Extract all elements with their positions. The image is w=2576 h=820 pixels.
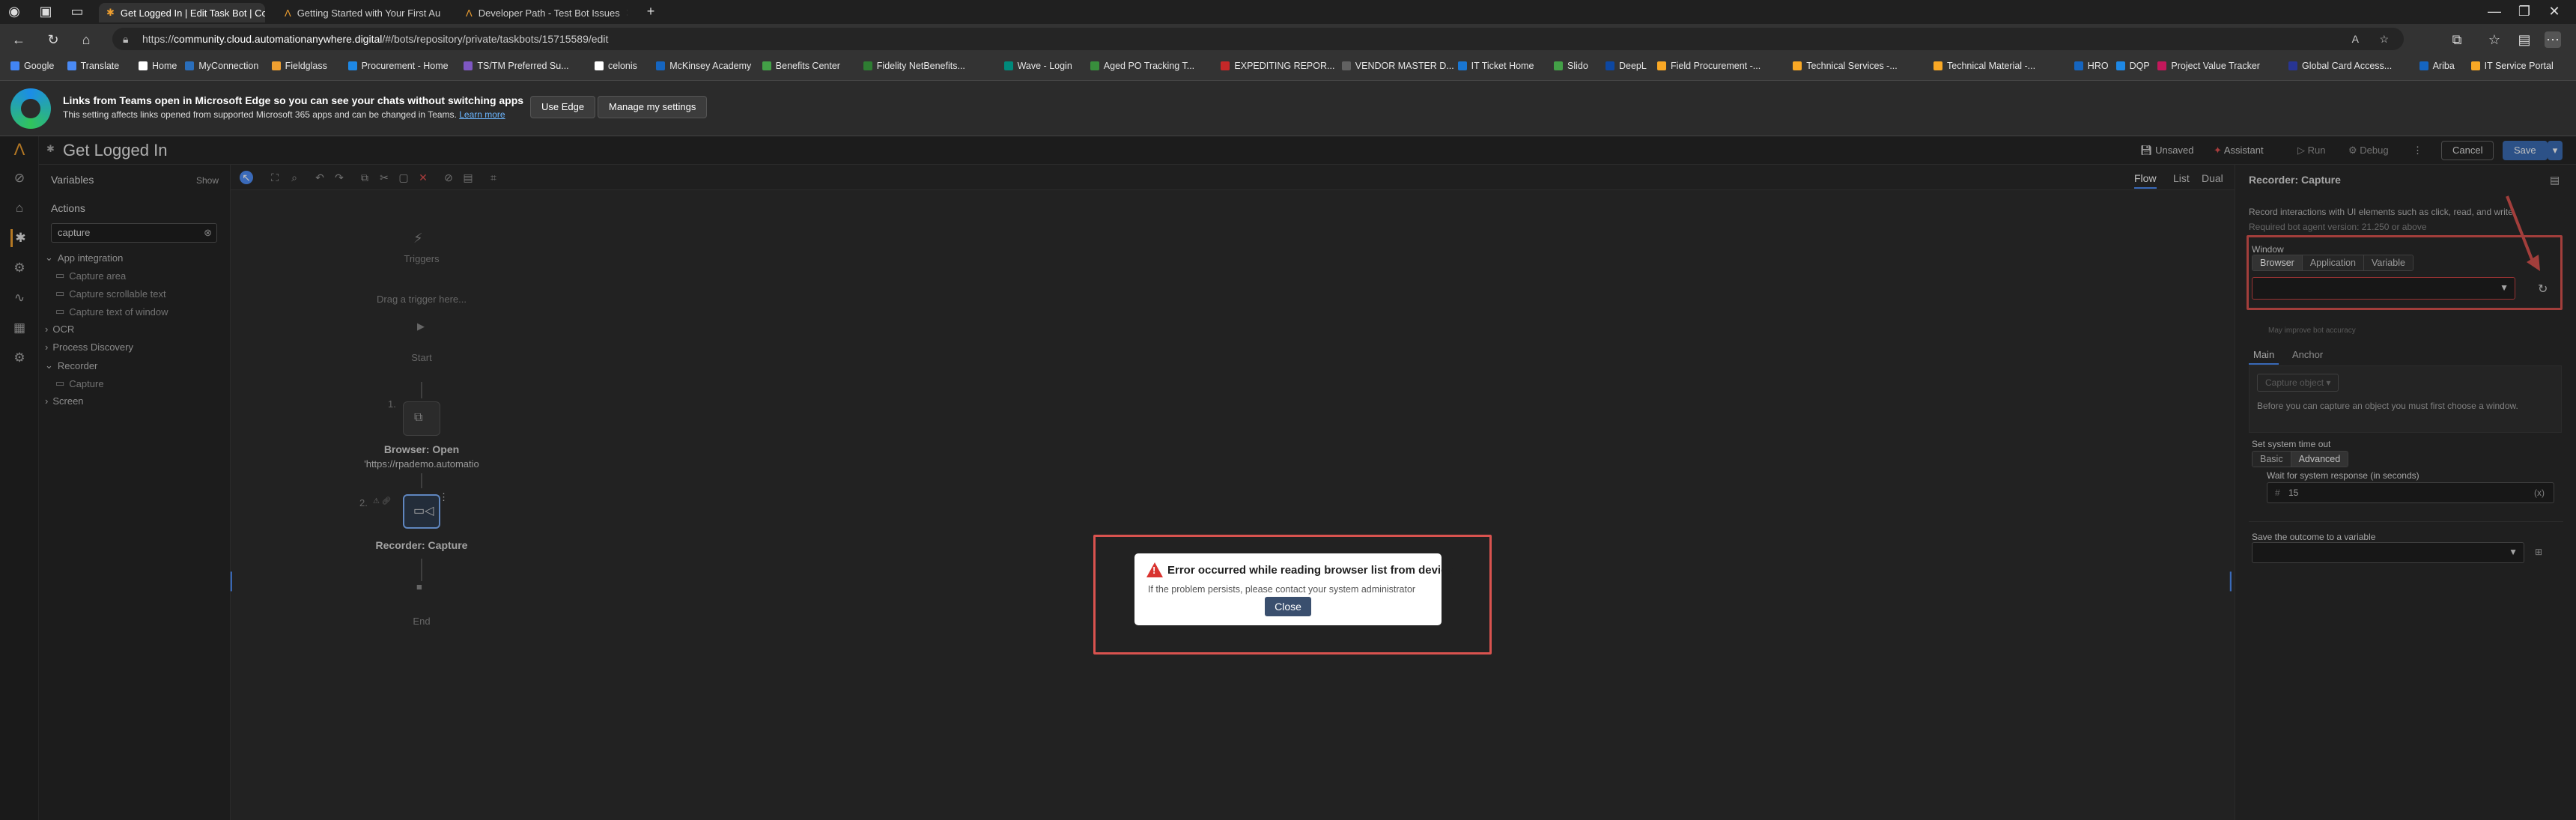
bookmark-item[interactable]: VENDOR MASTER D... — [1341, 61, 1454, 71]
bookmark-item[interactable]: Translate — [67, 61, 119, 71]
bookmarks-bar: Google Translate Home MyConnection Fieldglas… — [0, 54, 2576, 81]
bookmark-favicon-icon — [464, 61, 473, 70]
minimize-icon[interactable]: — — [2486, 3, 2503, 19]
bookmark-favicon-icon — [595, 61, 604, 70]
bookmark-favicon-icon — [10, 61, 19, 70]
tab-getting-started[interactable]: Λ Getting Started with Your First Au ✕ — [277, 3, 448, 22]
bookmark-item[interactable]: Fidelity NetBenefits... — [863, 61, 965, 71]
bookmark-favicon-icon — [2074, 61, 2083, 70]
close-tab-icon[interactable]: ✕ — [446, 7, 448, 19]
bookmark-favicon-icon — [1457, 61, 1467, 70]
workspaces-icon[interactable]: ▣ — [37, 3, 54, 19]
favorite-star-icon[interactable]: ☆ — [2379, 28, 2389, 50]
extensions-icon[interactable]: ⧉ — [2449, 31, 2465, 48]
bookmark-favicon-icon — [1341, 61, 1351, 70]
automation-anywhere-icon: Λ — [285, 7, 291, 19]
bookmark-item[interactable]: MyConnection — [185, 61, 258, 71]
bookmark-favicon-icon — [2419, 61, 2428, 70]
bookmark-item[interactable]: Ariba — [2419, 61, 2455, 71]
new-tab-button[interactable]: + — [643, 3, 659, 19]
bookmark-item[interactable]: Fieldglass — [271, 61, 327, 71]
bookmark-item[interactable]: Project Value Tracker — [2157, 61, 2260, 71]
bookmark-item[interactable]: Wave - Login — [1003, 61, 1072, 71]
url-input[interactable]: 🔒︎ https://community.cloud.automationany… — [112, 28, 2404, 50]
bookmark-item[interactable]: DeepL — [1606, 61, 1647, 71]
infobar-subtitle: This setting affects links opened from s… — [63, 109, 505, 120]
automation-anywhere-icon: Λ — [466, 7, 473, 19]
browser-tab-bar: ◉ ▣ ▭ ✱ Get Logged In | Edit Task Bot | … — [0, 0, 2576, 24]
address-bar: ← ↻ ⌂ 🔒︎ https://community.cloud.automat… — [0, 24, 2576, 54]
bookmark-favicon-icon — [1793, 61, 1802, 70]
bookmark-favicon-icon — [1554, 61, 1563, 70]
error-title: Error occurred while reading browser lis… — [1167, 564, 1453, 577]
bookmark-favicon-icon — [656, 61, 666, 70]
bookmark-item[interactable]: EXPEDITING REPOR... — [1221, 61, 1334, 71]
manage-settings-button[interactable]: Manage my settings — [598, 96, 708, 118]
bookmark-favicon-icon — [347, 61, 357, 70]
bookmark-favicon-icon — [1657, 61, 1666, 70]
bookmark-favicon-icon — [1003, 61, 1013, 70]
bookmark-favicon-icon — [1933, 61, 1942, 70]
bookmark-favicon-icon — [67, 61, 76, 70]
tab-get-logged-in[interactable]: ✱ Get Logged In | Edit Task Bot | Co ✕ — [99, 3, 265, 22]
bookmark-favicon-icon — [1221, 61, 1230, 70]
read-aloud-icon[interactable]: A — [2352, 28, 2359, 50]
bookmark-favicon-icon — [1090, 61, 1099, 70]
teams-infobar: Links from Teams open in Microsoft Edge … — [0, 81, 2576, 136]
bookmark-item[interactable]: TS/TM Preferred Su... — [464, 61, 569, 71]
home-icon[interactable]: ⌂ — [78, 31, 94, 48]
bookmark-favicon-icon — [185, 61, 195, 70]
bookmark-favicon-icon — [2470, 61, 2480, 70]
bookmark-favicon-icon — [762, 61, 771, 70]
error-warning-icon — [1146, 562, 1163, 577]
close-dialog-button[interactable]: Close — [1265, 597, 1311, 616]
close-tab-icon[interactable]: ✕ — [626, 7, 628, 19]
collections-icon[interactable]: ▤ — [2516, 31, 2533, 48]
lock-icon: 🔒︎ — [123, 33, 129, 45]
bookmark-item[interactable]: HRO — [2074, 61, 2109, 71]
bookmark-favicon-icon — [139, 61, 148, 70]
bookmark-item[interactable]: Google — [10, 61, 54, 71]
bookmark-favicon-icon — [2157, 61, 2167, 70]
bookmark-favicon-icon — [2115, 61, 2125, 70]
bookmark-item[interactable]: Procurement - Home — [347, 61, 449, 71]
bookmark-item[interactable]: Technical Material -... — [1933, 61, 2035, 71]
infobar-title: Links from Teams open in Microsoft Edge … — [63, 94, 524, 106]
error-message: If the problem persists, please contact … — [1148, 584, 1416, 595]
bookmark-item[interactable]: Global Card Access... — [2288, 61, 2392, 71]
profile-icon[interactable]: ◉ — [6, 3, 22, 19]
back-icon[interactable]: ← — [10, 31, 27, 48]
bookmark-item[interactable]: Technical Services -... — [1793, 61, 1898, 71]
error-dialog: Error occurred while reading browser lis… — [1134, 553, 1453, 625]
bookmark-item[interactable]: McKinsey Academy — [656, 61, 751, 71]
bookmark-item[interactable]: Slido — [1554, 61, 1588, 71]
window-close-icon[interactable]: ✕ — [2546, 3, 2563, 19]
bookmark-item[interactable]: Home — [139, 61, 177, 71]
tab-actions-icon[interactable]: ▭ — [69, 3, 85, 19]
edge-logo-icon — [10, 88, 51, 129]
bookmark-item[interactable]: IT Service Portal — [2470, 61, 2554, 71]
bookmark-item[interactable]: DQP — [2115, 61, 2150, 71]
modal-overlay — [0, 136, 2576, 820]
learn-more-link[interactable]: Learn more — [459, 109, 505, 120]
bookmark-favicon-icon — [2288, 61, 2297, 70]
more-menu-icon[interactable]: ⋯ — [2545, 31, 2561, 48]
bookmark-item[interactable]: Benefits Center — [762, 61, 840, 71]
tab-developer-path[interactable]: Λ Developer Path - Test Bot Issues ✕ — [458, 3, 628, 22]
maximize-icon[interactable]: ❐ — [2516, 3, 2533, 19]
favorites-icon[interactable]: ☆ — [2486, 31, 2503, 48]
use-edge-button[interactable]: Use Edge — [530, 96, 596, 118]
refresh-icon[interactable]: ↻ — [45, 31, 61, 48]
bookmark-favicon-icon — [863, 61, 872, 70]
bookmark-favicon-icon — [271, 61, 281, 70]
bookmark-favicon-icon — [1606, 61, 1614, 70]
automation-anywhere-icon: ✱ — [106, 7, 115, 18]
bookmark-item[interactable]: celonis — [595, 61, 637, 71]
bookmark-item[interactable]: Aged PO Tracking T... — [1090, 61, 1194, 71]
bookmark-item[interactable]: Field Procurement -... — [1657, 61, 1761, 71]
bookmark-item[interactable]: IT Ticket Home — [1457, 61, 1534, 71]
